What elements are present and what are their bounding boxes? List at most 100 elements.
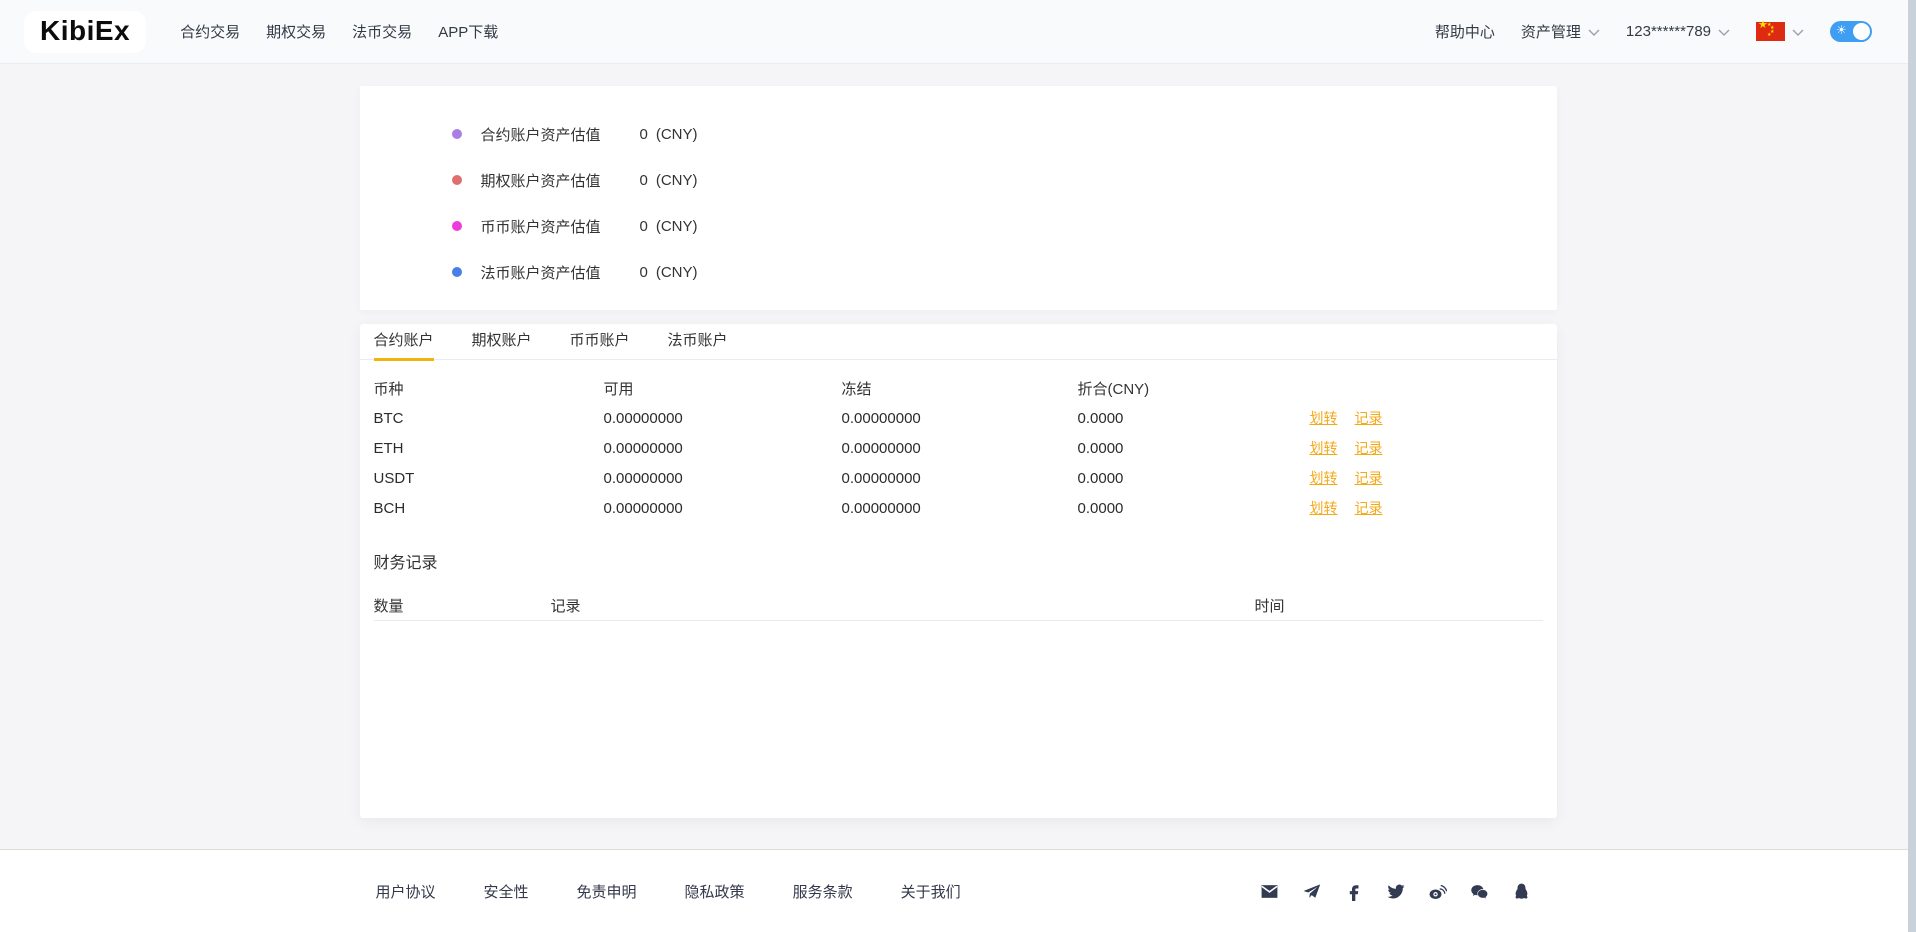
tab-contract-account[interactable]: 合约账户 <box>374 324 434 360</box>
top-navbar: KibiEx 合约交易 期权交易 法币交易 APP下载 帮助中心 资产管理 12… <box>0 0 1916 64</box>
help-center-link[interactable]: 帮助中心 <box>1435 21 1495 42</box>
col-time: 时间 <box>1255 595 1543 616</box>
available-value: 0.00000000 <box>604 440 842 457</box>
tab-spot-account[interactable]: 币币账户 <box>570 324 630 360</box>
page-scrollbar[interactable] <box>1908 0 1916 932</box>
col-record: 记录 <box>551 595 1255 616</box>
table-row-btc: BTC 0.00000000 0.00000000 0.0000 划转 记录 <box>374 403 1543 433</box>
frozen-value: 0.00000000 <box>842 470 1078 487</box>
summary-unit: (CNY) <box>656 172 698 189</box>
footer-link-user-agreement[interactable]: 用户协议 <box>376 881 436 902</box>
footer: 用户协议 安全性 免责申明 隐私政策 服务条款 关于我们 <box>0 849 1916 932</box>
chevron-down-icon <box>1588 23 1600 40</box>
summary-unit: (CNY) <box>656 218 698 235</box>
legend-dot-icon <box>452 267 462 277</box>
summary-value: 0 <box>640 172 648 189</box>
transfer-link[interactable]: 划转 <box>1310 408 1338 428</box>
summary-label: 合约账户资产估值 <box>481 124 640 145</box>
footer-link-disclaimer[interactable]: 免责申明 <box>577 881 637 902</box>
col-amount: 数量 <box>374 595 551 616</box>
qq-icon[interactable] <box>1512 882 1531 901</box>
summary-unit: (CNY) <box>656 264 698 281</box>
legend-dot-icon <box>452 175 462 185</box>
frozen-value: 0.00000000 <box>842 440 1078 457</box>
transfer-link[interactable]: 划转 <box>1310 498 1338 518</box>
chevron-down-icon <box>1792 23 1804 40</box>
summary-value: 0 <box>640 218 648 235</box>
record-link[interactable]: 记录 <box>1355 408 1383 428</box>
summary-value: 0 <box>640 264 648 281</box>
nav-item-fiat-trade[interactable]: 法币交易 <box>352 21 412 42</box>
language-menu[interactable]: ★ ★ ★ ★ ★ <box>1756 22 1804 41</box>
summary-row-fiat: 法币账户资产估值 0 (CNY) <box>452 249 1557 295</box>
asset-management-label: 资产管理 <box>1521 21 1581 42</box>
theme-toggle[interactable]: ☀ <box>1830 21 1872 42</box>
col-frozen: 冻结 <box>842 378 1078 399</box>
footer-link-terms-of-service[interactable]: 服务条款 <box>793 881 853 902</box>
converted-value: 0.0000 <box>1078 440 1310 457</box>
summary-row-options: 期权账户资产估值 0 (CNY) <box>452 157 1557 203</box>
coin-name: BCH <box>374 500 604 517</box>
account-menu[interactable]: 123******789 <box>1626 23 1730 40</box>
coin-name: BTC <box>374 410 604 427</box>
wechat-icon[interactable] <box>1470 882 1489 901</box>
table-row-eth: ETH 0.00000000 0.00000000 0.0000 划转 记录 <box>374 433 1543 463</box>
summary-row-contract: 合约账户资产估值 0 (CNY) <box>452 111 1557 157</box>
col-coin: 币种 <box>374 378 604 399</box>
table-row-bch: BCH 0.00000000 0.00000000 0.0000 划转 记录 <box>374 493 1543 523</box>
record-link[interactable]: 记录 <box>1355 438 1383 458</box>
logo[interactable]: KibiEx <box>24 11 146 53</box>
account-tabs: 合约账户 期权账户 币币账户 法币账户 <box>360 324 1557 360</box>
tab-options-account[interactable]: 期权账户 <box>472 324 532 360</box>
transfer-link[interactable]: 划转 <box>1310 438 1338 458</box>
legend-dot-icon <box>452 221 462 231</box>
converted-value: 0.0000 <box>1078 470 1310 487</box>
balances-table: 币种 可用 冻结 折合(CNY) BTC 0.00000000 0.000000… <box>360 360 1557 821</box>
record-link[interactable]: 记录 <box>1355 498 1383 518</box>
available-value: 0.00000000 <box>604 470 842 487</box>
converted-value: 0.0000 <box>1078 500 1310 517</box>
nav-item-options-trade[interactable]: 期权交易 <box>266 21 326 42</box>
navbar-right: 帮助中心 资产管理 123******789 ★ ★ ★ ★ ★ <box>1435 21 1872 42</box>
sun-icon: ☀ <box>1836 23 1847 37</box>
coin-name: USDT <box>374 470 604 487</box>
frozen-value: 0.00000000 <box>842 410 1078 427</box>
account-number: 123******789 <box>1626 23 1711 40</box>
facebook-icon[interactable] <box>1344 882 1363 901</box>
weibo-icon[interactable] <box>1428 882 1447 901</box>
table-row-usdt: USDT 0.00000000 0.00000000 0.0000 划转 记录 <box>374 463 1543 493</box>
summary-row-spot: 币币账户资产估值 0 (CNY) <box>452 203 1557 249</box>
footer-links: 用户协议 安全性 免责申明 隐私政策 服务条款 关于我们 <box>376 881 961 902</box>
finance-records-header: 数量 记录 时间 <box>374 591 1543 621</box>
finance-records-empty-area <box>374 621 1543 821</box>
china-flag-icon: ★ ★ ★ ★ ★ <box>1756 22 1785 41</box>
asset-summary-card: 合约账户资产估值 0 (CNY) 期权账户资产估值 0 (CNY) 币币账户资产… <box>360 86 1557 310</box>
mail-icon[interactable] <box>1260 882 1279 901</box>
available-value: 0.00000000 <box>604 410 842 427</box>
summary-label: 币币账户资产估值 <box>481 216 640 237</box>
nav-item-contract-trade[interactable]: 合约交易 <box>180 21 240 42</box>
record-link[interactable]: 记录 <box>1355 468 1383 488</box>
frozen-value: 0.00000000 <box>842 500 1078 517</box>
summary-label: 期权账户资产估值 <box>481 170 640 191</box>
finance-records-title: 财务记录 <box>374 549 1543 579</box>
footer-link-security[interactable]: 安全性 <box>484 881 529 902</box>
nav-item-app-download[interactable]: APP下载 <box>438 21 498 42</box>
main-nav: 合约交易 期权交易 法币交易 APP下载 <box>180 21 498 42</box>
available-value: 0.00000000 <box>604 500 842 517</box>
telegram-icon[interactable] <box>1302 882 1321 901</box>
col-available: 可用 <box>604 378 842 399</box>
col-converted: 折合(CNY) <box>1078 378 1310 399</box>
summary-label: 法币账户资产估值 <box>481 262 640 283</box>
footer-social-icons <box>1260 882 1531 901</box>
toggle-knob <box>1853 23 1870 40</box>
twitter-icon[interactable] <box>1386 882 1405 901</box>
tab-fiat-account[interactable]: 法币账户 <box>668 324 728 360</box>
transfer-link[interactable]: 划转 <box>1310 468 1338 488</box>
balances-table-header: 币种 可用 冻结 折合(CNY) <box>374 373 1543 403</box>
footer-link-privacy-policy[interactable]: 隐私政策 <box>685 881 745 902</box>
asset-management-menu[interactable]: 资产管理 <box>1521 21 1600 42</box>
chevron-down-icon <box>1718 23 1730 40</box>
accounts-card: 合约账户 期权账户 币币账户 法币账户 币种 可用 冻结 折合(CNY) BTC… <box>360 324 1557 818</box>
footer-link-about-us[interactable]: 关于我们 <box>901 881 961 902</box>
